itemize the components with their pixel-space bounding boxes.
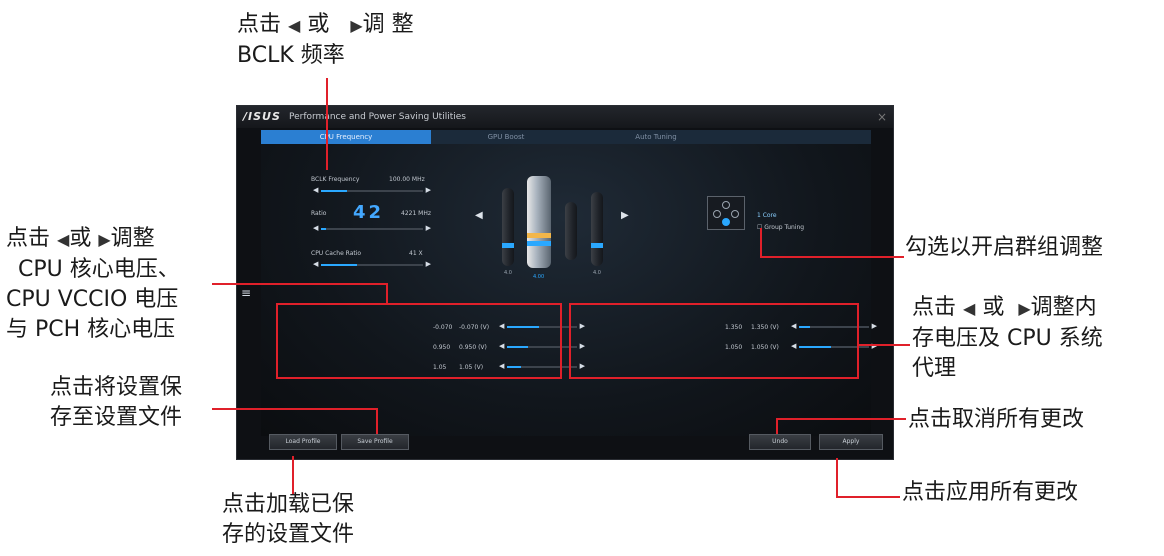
core-bar[interactable] (502, 188, 514, 266)
left-arrow-icon: ◀ (963, 299, 976, 318)
left-arrow-icon[interactable]: ◀ (313, 224, 318, 232)
right-arrow-icon[interactable]: ▶ (426, 224, 431, 232)
dram-voltage-highlight (569, 303, 859, 379)
right-arrow-icon[interactable]: ▶ (426, 260, 431, 268)
cache-ratio-value: 41 X (409, 250, 423, 257)
core-bar[interactable] (565, 202, 577, 260)
right-arrow-icon[interactable]: ▶ (426, 186, 431, 194)
undo-button[interactable]: Undo (749, 434, 811, 450)
window-title: Performance and Power Saving Utilities (289, 112, 466, 122)
leader-save-v (376, 408, 378, 434)
leader-undo-v (776, 418, 778, 434)
ratio-slider[interactable]: ◀ ▶ (313, 224, 431, 232)
close-icon[interactable]: × (877, 106, 887, 128)
callout-save-profile: 点击将设置保 存至设置文件 (50, 375, 183, 430)
left-arrow-icon[interactable]: ◀ (313, 260, 318, 268)
group-tuning-icon (707, 196, 745, 230)
ratio-label: Ratio (311, 210, 327, 217)
tab-cpu-frequency[interactable]: CPU Frequency (261, 130, 431, 144)
cpu-voltage-highlight (276, 303, 562, 379)
right-arrow-icon: ▶ (98, 230, 111, 249)
left-arrow-icon[interactable]: ◀ (313, 186, 318, 194)
callout-load-profile: 点击加载已保 存的设置文件 (222, 492, 355, 547)
ratio-display: 42 (353, 202, 385, 223)
core-prev-arrow-icon[interactable]: ◀ (475, 210, 483, 221)
callout-dram: 点击 ◀ 或 ▶调整内 存电压及 CPU 系统 代理 (912, 295, 1103, 381)
cache-ratio-label: CPU Cache Ratio (311, 250, 362, 257)
core-bar-value: 4.0 (593, 270, 601, 276)
leader-bclk (326, 78, 328, 170)
load-profile-button[interactable]: Load Profile (269, 434, 337, 450)
leader-undo (776, 418, 906, 420)
apply-button[interactable]: Apply (819, 434, 883, 450)
tab-bar: CPU Frequency GPU Boost Auto Tuning (261, 130, 871, 144)
core-bar-value-selected: 4.00 (533, 274, 545, 280)
tab-auto-tuning[interactable]: Auto Tuning (581, 130, 731, 144)
asus-logo: /ISUS (243, 110, 281, 123)
title-bar: /ISUS Performance and Power Saving Utili… (237, 106, 893, 128)
leader-save (212, 408, 378, 410)
leader-group-v (760, 228, 762, 258)
bclk-slider[interactable]: ◀ ▶ (313, 186, 431, 194)
right-arrow-icon: ▶ (1018, 299, 1031, 318)
save-profile-button[interactable]: Save Profile (341, 434, 409, 450)
core-label: 1 Core (757, 212, 777, 219)
left-arrow-icon: ◀ (57, 230, 70, 249)
leader-apply-h (836, 496, 900, 498)
core-bar-value: 4.0 (504, 270, 512, 276)
callout-cpu-voltage: 点击 ◀或 ▶调整 CPU 核心电压、 CPU VCCIO 电压 与 PCH 核… (6, 226, 180, 342)
leader-dram (858, 344, 910, 346)
bclk-label: BCLK Frequency (311, 176, 360, 183)
callout-apply: 点击应用所有更改 (902, 480, 1079, 505)
tab-gpu-boost[interactable]: GPU Boost (431, 130, 581, 144)
group-tuning-checkbox[interactable]: ☐ Group Tuning (757, 224, 804, 231)
leader-cpu-voltage (212, 283, 388, 285)
left-arrow-icon: ◀ (288, 16, 301, 35)
core-bar-selected[interactable] (527, 176, 551, 268)
content-panel: BCLK Frequency 100.00 MHz ◀ ▶ Ratio 42 4… (241, 144, 877, 436)
core-bar[interactable] (591, 192, 603, 266)
leader-apply (836, 458, 838, 498)
ratio-value: 4221 MHz (401, 210, 432, 217)
menu-icon[interactable]: ≡ (241, 286, 251, 300)
leader-load (292, 456, 294, 494)
callout-group-tuning: 勾选以开启群组调整 (905, 235, 1104, 260)
bclk-value: 100.00 MHz (389, 176, 425, 183)
cache-ratio-slider[interactable]: ◀ ▶ (313, 260, 431, 268)
callout-undo: 点击取消所有更改 (908, 407, 1085, 432)
right-arrow-icon: ▶ (350, 16, 363, 35)
leader-cpu-voltage-v (386, 283, 388, 305)
right-arrow-icon[interactable]: ▶ (872, 322, 877, 330)
callout-bclk: 点击 ◀ 或 ▶调 整 BCLK 频率 (237, 12, 414, 68)
core-next-arrow-icon[interactable]: ▶ (621, 210, 629, 221)
leader-group (760, 256, 904, 258)
